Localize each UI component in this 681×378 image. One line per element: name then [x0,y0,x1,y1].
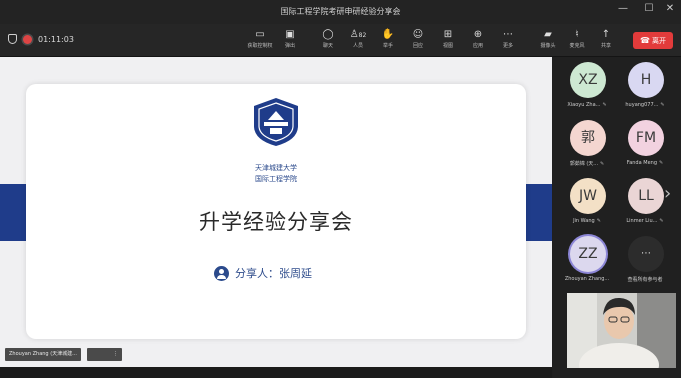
bottom-strip [0,367,552,378]
participant-name: 郭茹锦 (天... [569,161,599,167]
participant-tile[interactable]: 郭 郭茹锦 (天... ✎ [558,115,616,172]
shared-screen: 天津城建大学 国际工程学院 升学经验分享会 分享人：张周延 [0,57,552,367]
participant-tile[interactable]: XZ Xiaoyu Zha... ✎ [558,57,616,114]
person-icon [214,265,229,281]
take-control-button[interactable]: ▭ 获取控制权 [246,28,274,49]
title-bar: 国际工程学院考研申研经验分享会 — ☐ ✕ [0,0,681,24]
presenter-name: 分享人：张周延 [235,267,312,280]
self-video [567,293,676,368]
participant-tile[interactable]: JW Jin Wang ✎ [558,173,616,230]
chat-icon: ◯ [322,29,334,40]
university-logo [254,98,298,146]
school-name-line-2: 国际工程学院 [255,175,297,183]
mic-muted-icon: ✎ [659,218,664,224]
presenter: 分享人：张周延 [214,265,312,281]
mic-muted-icon: ✎ [602,102,607,108]
avatar: XZ [570,62,606,98]
more-button[interactable]: ⋯ 更多 [494,28,522,49]
avatar: 郭 [570,120,606,156]
hand-icon: ✋ [381,29,395,40]
mic-off-icon: ♮ [575,29,579,40]
grid-icon: ⊞ [443,29,453,40]
stage-options[interactable]: ⋮ [87,348,122,361]
ellipsis-icon: ⋯ [503,29,513,40]
chat-button[interactable]: ◯ 聊天 [314,28,342,49]
participant-name: huyang077... [625,102,659,108]
add-app-icon: ⊕ [473,29,483,40]
video-feed [567,293,676,368]
share-icon: ↑ [601,29,611,40]
avatar: JW [570,178,606,214]
view-all-label: 查看所有参与者 [627,277,663,283]
mic-muted-icon: ✎ [600,161,605,167]
sharer-name-label: Zhouyan Zhang (天津城建... [5,348,81,361]
pop-out-button[interactable]: ▣ 弹出 [276,28,304,49]
close-icon[interactable]: ✕ [661,3,679,14]
minimize-icon[interactable]: — [614,3,632,14]
meeting-timer: 01:11:03 [38,34,74,44]
participant-name: Linmer Liu... [626,218,658,224]
react-button[interactable]: ☺ 回应 [404,28,432,49]
mic-muted-icon: ✎ [660,102,665,108]
camera-button[interactable]: ▰ 摄像头 [534,28,562,49]
participant-name: Fanda Meng [626,160,657,166]
avatar: FM [628,120,664,156]
slide-band-right [524,184,552,241]
mic-button[interactable]: ♮ 麦克风 [563,28,591,49]
avatar: LL [628,178,664,214]
chevron-right-icon[interactable]: › [664,183,671,204]
participant-name: Zhouyan Zhang... [564,276,610,282]
leave-button[interactable]: ☎ 离开 [633,32,673,49]
mic-muted-icon: ✎ [596,218,601,224]
people-count: 82 [358,32,367,39]
raise-hand-button[interactable]: ✋ 举手 [374,28,402,49]
school-name-line-1: 天津城建大学 [255,164,297,172]
smile-icon: ☺ [412,29,424,40]
view-button[interactable]: ⊞ 视图 [434,28,462,49]
people-icon: ♙ [349,29,359,40]
participant-tile[interactable]: H huyang077... ✎ [616,57,674,114]
mic-muted-icon: ✎ [659,160,664,166]
slide-card: 天津城建大学 国际工程学院 升学经验分享会 分享人：张周延 [26,84,526,339]
camera-off-icon: ▰ [544,29,552,40]
share-button[interactable]: ↑ 共享 [592,28,620,49]
participant-name: Jin Wang [573,218,595,224]
screen-icon: ▭ [255,29,265,40]
participant-name: Xiaoyu Zha... [567,102,601,108]
people-button[interactable]: ♙82 人员 [344,28,372,49]
pop-out-icon: ▣ [285,29,295,40]
ellipsis-icon: ⋯ [628,236,664,272]
window-title: 国际工程学院考研申研经验分享会 [280,7,401,16]
avatar: H [628,62,664,98]
recording-icon [23,34,32,44]
avatar: ZZ [570,236,606,272]
apps-button[interactable]: ⊕ 应用 [464,28,492,49]
slide-title: 升学经验分享会 [199,210,353,234]
slide-band-left [0,184,28,241]
participant-tile[interactable]: FM Fanda Meng ✎ [616,115,674,172]
view-all-participants[interactable]: ⋯ 查看所有参与者 [616,231,674,288]
phone-icon: ☎ [640,36,650,45]
shield-icon[interactable] [8,34,17,44]
participant-tile-speaking[interactable]: ZZ Zhouyan Zhang... [558,231,616,288]
meeting-toolbar: 01:11:03 ▭ 获取控制权 ▣ 弹出 ◯ 聊天 ♙82 人员 ✋ 举手 ☺… [0,24,681,57]
maximize-icon[interactable]: ☐ [640,3,658,14]
